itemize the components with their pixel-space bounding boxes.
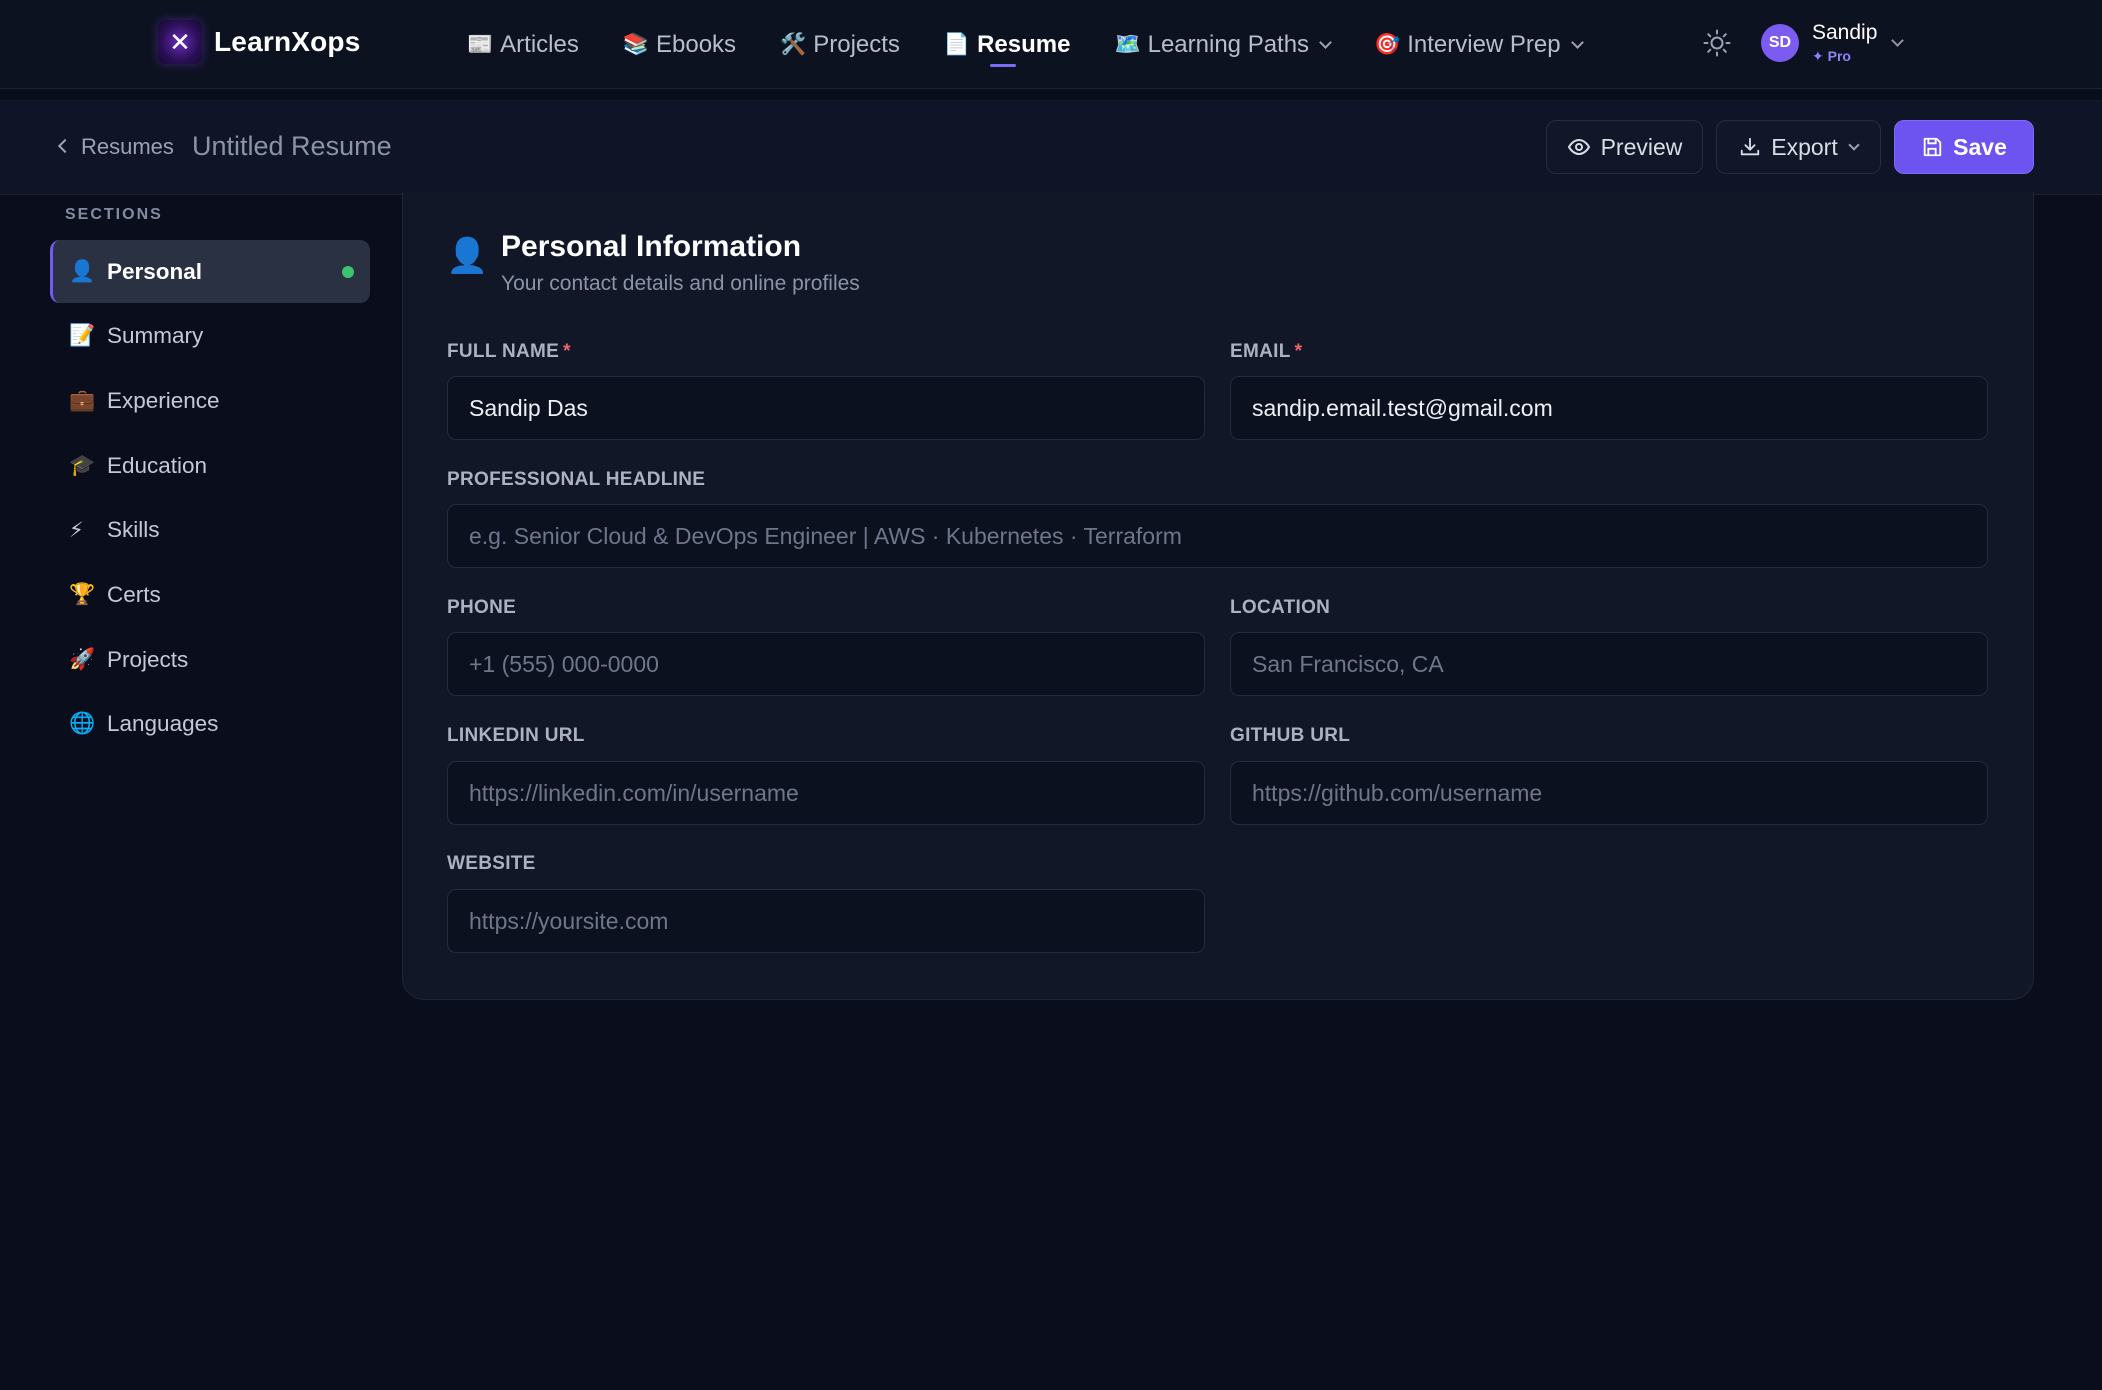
email-label: EMAIL * (1230, 341, 1302, 363)
globe-icon: 🌐 (69, 712, 96, 736)
chevron-down-icon (1319, 35, 1332, 49)
tools-icon: 🛠️ (780, 32, 807, 56)
nav-item-articles[interactable]: 📰 Articles (467, 0, 579, 89)
email-input[interactable] (1230, 376, 1988, 440)
chevron-down-icon (1570, 35, 1584, 49)
rocket-icon: 🚀 (69, 647, 96, 671)
nav-item-label: Articles (500, 30, 579, 58)
eye-icon (1567, 138, 1590, 156)
newspaper-icon: 📰 (467, 32, 494, 56)
sidebar-item-label: Summary (107, 323, 204, 349)
sections-sidebar: 👤 Personal 📝 Summary 💼 Experience 🎓 Educ… (50, 240, 370, 758)
nav-item-label: Projects (813, 30, 900, 58)
save-button-label: Save (1953, 133, 2007, 160)
sidebar-item-certs[interactable]: 🏆 Certs (50, 563, 370, 626)
person-icon: 👤 (446, 237, 489, 275)
books-icon: 📚 (622, 32, 649, 56)
phone-label: PHONE (447, 597, 517, 618)
full-name-label: FULL NAME * (447, 341, 571, 363)
sidebar-item-languages[interactable]: 🌐 Languages (50, 693, 370, 756)
main-nav: 📰 Articles 📚 Ebooks 🛠️ Projects 📄 Resume… (467, 0, 1626, 89)
floppy-disk-icon (1923, 137, 1942, 157)
headline-label: PROFESSIONAL HEADLINE (447, 469, 706, 490)
resume-title[interactable]: Untitled Resume (192, 131, 392, 162)
sidebar-item-label: Skills (107, 517, 160, 543)
graduation-cap-icon: 🎓 (69, 453, 96, 477)
user-menu-chevron-icon[interactable] (1891, 34, 1904, 47)
personal-information-card (402, 192, 2034, 1000)
target-icon: 🎯 (1374, 32, 1401, 56)
github-label: GITHUB URL (1230, 725, 1351, 746)
sidebar-item-label: Languages (107, 711, 219, 737)
preview-button-label: Preview (1600, 133, 1683, 160)
location-input[interactable] (1230, 632, 1988, 696)
nav-item-label: Resume (977, 30, 1071, 58)
sidebar-item-label: Experience (107, 387, 220, 413)
export-button[interactable]: Export (1716, 120, 1881, 174)
nav-item-label: Interview Prep (1407, 30, 1561, 58)
sections-heading: SECTIONS (65, 206, 163, 223)
required-marker: * (1294, 341, 1303, 362)
briefcase-icon: 💼 (69, 388, 96, 412)
user-name[interactable]: Sandip (1812, 21, 1877, 45)
location-label: LOCATION (1230, 597, 1331, 618)
sidebar-item-personal[interactable]: 👤 Personal (50, 240, 370, 303)
save-button[interactable]: Save (1894, 120, 2034, 174)
nav-item-ebooks[interactable]: 📚 Ebooks (623, 0, 736, 89)
sidebar-item-skills[interactable]: ⚡ Skills (50, 499, 370, 562)
sidebar-item-education[interactable]: 🎓 Education (50, 434, 370, 497)
email-label-text: EMAIL (1230, 341, 1291, 362)
website-input[interactable] (447, 889, 1205, 953)
preview-button[interactable]: Preview (1546, 120, 1703, 174)
sidebar-item-label: Certs (107, 581, 161, 607)
breadcrumb-resumes[interactable]: Resumes (81, 134, 174, 160)
brand-name: LearnXops (214, 26, 361, 57)
lightning-icon: ⚡ (69, 518, 84, 542)
full-name-input[interactable] (447, 376, 1205, 440)
map-icon: 🗺️ (1114, 32, 1141, 56)
sidebar-item-experience[interactable]: 💼 Experience (50, 369, 370, 432)
linkedin-input[interactable] (447, 761, 1205, 825)
headline-input[interactable] (447, 504, 1988, 568)
memo-icon: 📝 (69, 324, 96, 348)
sidebar-item-summary[interactable]: 📝 Summary (50, 305, 370, 368)
trophy-icon: 🏆 (69, 582, 96, 606)
nav-item-projects[interactable]: 🛠️ Projects (780, 0, 900, 89)
top-navigation-bar: ✕ LearnXops 📰 Articles 📚 Ebooks 🛠️ Proje… (0, 0, 2102, 89)
sidebar-item-label: Personal (107, 258, 203, 284)
export-button-label: Export (1771, 133, 1838, 160)
sun-icon[interactable] (1702, 28, 1732, 58)
nav-item-label: Ebooks (656, 30, 737, 58)
nav-item-resume[interactable]: 📄 Resume (943, 0, 1071, 89)
linkedin-label: LINKEDIN URL (447, 725, 585, 746)
section-subtitle: Your contact details and online profiles (501, 272, 860, 295)
nav-item-label: Learning Paths (1147, 30, 1310, 58)
brand-logo-icon: ✕ (158, 20, 202, 64)
website-label: WEBSITE (447, 853, 536, 874)
document-icon: 📄 (943, 32, 971, 56)
avatar[interactable]: SD (1761, 24, 1799, 62)
github-input[interactable] (1230, 761, 1988, 825)
section-title: Personal Information (501, 230, 802, 263)
sidebar-item-label: Education (107, 452, 208, 478)
download-icon (1741, 137, 1760, 156)
nav-item-learning-paths[interactable]: 🗺️ Learning Paths (1114, 0, 1332, 89)
sidebar-item-label: Projects (107, 646, 189, 672)
status-dot-complete (342, 266, 354, 278)
chevron-down-icon (1848, 138, 1860, 151)
sidebar-item-projects[interactable]: 🚀 Projects (50, 628, 370, 691)
phone-input[interactable] (447, 632, 1205, 696)
required-marker: * (563, 341, 571, 362)
plan-badge: ✦ Pro (1812, 48, 1851, 64)
person-icon: 👤 (69, 259, 96, 283)
brand-logo[interactable]: ✕ LearnXops (158, 20, 361, 64)
full-name-label-text: FULL NAME (447, 341, 560, 362)
nav-item-interview-prep[interactable]: 🎯 Interview Prep (1374, 0, 1584, 89)
